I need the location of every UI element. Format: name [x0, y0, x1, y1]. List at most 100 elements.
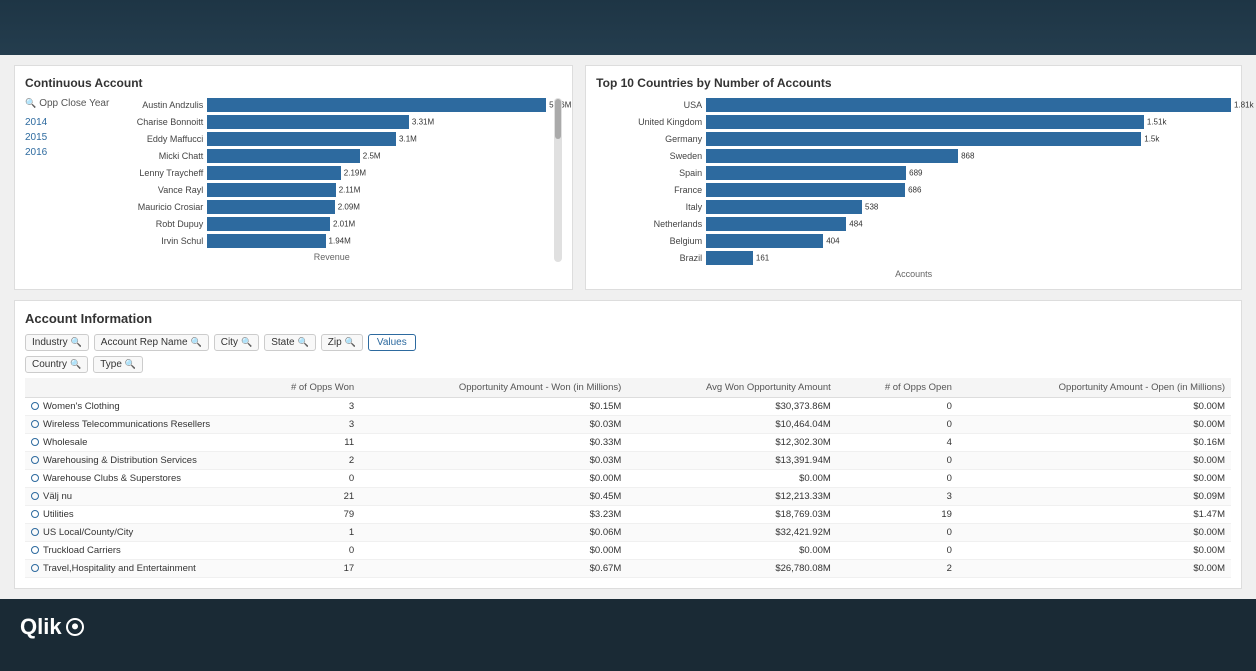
bar-container: 161 [706, 251, 1231, 265]
row-amt-open: $0.00M [958, 542, 1231, 560]
right-bar-row: Sweden 868 [596, 149, 1231, 163]
bar-container: 484 [706, 217, 1231, 231]
account-table: # of Opps Won Opportunity Amount - Won (… [25, 378, 1231, 578]
bar-label: USA [596, 100, 706, 110]
col-header-avg-won: Avg Won Opportunity Amount [627, 378, 837, 398]
right-bar-row: Brazil 161 [596, 251, 1231, 265]
left-bar-row: Mauricio Crosiar 2.09M [117, 200, 546, 214]
row-opps-open: 0 [837, 524, 958, 542]
row-avg-won: $26,780.08M [627, 560, 837, 578]
bar-label: Belgium [596, 236, 706, 246]
filter-city[interactable]: City 🔍 [214, 334, 259, 351]
table-row[interactable]: Välj nu 21 $0.45M $12,213.33M 3 $0.09M [25, 488, 1231, 506]
left-bar-row: Eddy Maffucci 3.1M [117, 132, 546, 146]
table-row[interactable]: Truckload Carriers 0 $0.00M $0.00M 0 $0.… [25, 542, 1231, 560]
row-opps-won: 3 [245, 398, 360, 416]
filter-state[interactable]: State 🔍 [264, 334, 316, 351]
right-chart-panel: Top 10 Countries by Number of Accounts U… [585, 65, 1242, 290]
bar-value: 1.51k [1147, 118, 1167, 127]
col-header-opps-won: # of Opps Won [245, 378, 360, 398]
row-amt-open: $0.00M [958, 524, 1231, 542]
row-opps-won: 21 [245, 488, 360, 506]
filter-country-label: Country [32, 359, 67, 370]
right-bar-row: Germany 1.5k [596, 132, 1231, 146]
values-button[interactable]: Values [368, 334, 416, 351]
bar-label: Austin Andzulis [117, 100, 207, 110]
right-bar-row: Spain 689 [596, 166, 1231, 180]
row-icon [31, 456, 39, 464]
row-opps-open: 19 [837, 506, 958, 524]
state-search-icon: 🔍 [298, 337, 309, 348]
table-row[interactable]: US Local/County/City 1 $0.06M $32,421.92… [25, 524, 1231, 542]
bar-container: 2.09M [207, 200, 546, 214]
bar-value: 2.19M [344, 169, 366, 178]
table-row[interactable]: Warehousing & Distribution Services 2 $0… [25, 452, 1231, 470]
left-bar-row: Lenny Traycheff 2.19M [117, 166, 546, 180]
year-2015[interactable]: 2015 [25, 130, 109, 145]
bar-fill [207, 200, 334, 214]
bar-container: 1.81k [706, 98, 1231, 112]
table-row[interactable]: Women's Clothing 3 $0.15M $30,373.86M 0 … [25, 398, 1231, 416]
table-row[interactable]: Travel,Hospitality and Entertainment 17 … [25, 560, 1231, 578]
bar-container: 404 [706, 234, 1231, 248]
bar-container: 689 [706, 166, 1231, 180]
bar-label: Irvin Schul [117, 236, 207, 246]
bar-value: 2.01M [333, 220, 355, 229]
account-info-title: Account Information [25, 311, 1231, 326]
filter-zip[interactable]: Zip 🔍 [321, 334, 363, 351]
row-opps-won: 79 [245, 506, 360, 524]
left-bar-row: Irvin Schul 1.94M [117, 234, 546, 248]
row-amt-open: $0.00M [958, 398, 1231, 416]
filter-account-rep[interactable]: Account Rep Name 🔍 [94, 334, 209, 351]
filter-type[interactable]: Type 🔍 [93, 356, 143, 373]
year-2014[interactable]: 2014 [25, 115, 109, 130]
right-bar-row: United Kingdom 1.51k [596, 115, 1231, 129]
bar-container: 3.31M [207, 115, 546, 129]
right-bar-row: Italy 538 [596, 200, 1231, 214]
left-bar-row: Charise Bonnoitt 3.31M [117, 115, 546, 129]
bar-value: 538 [865, 203, 878, 212]
col-header-name [25, 378, 245, 398]
bar-value: 1.94M [329, 237, 351, 246]
year-list: 2014 2015 2016 [25, 115, 109, 160]
row-amt-won: $0.15M [360, 398, 627, 416]
row-opps-open: 4 [837, 434, 958, 452]
type-search-icon: 🔍 [125, 359, 136, 370]
table-row[interactable]: Warehouse Clubs & Superstores 0 $0.00M $… [25, 470, 1231, 488]
row-avg-won: $0.00M [627, 470, 837, 488]
bar-value: 1.5k [1144, 135, 1159, 144]
bar-label: Robt Dupuy [117, 219, 207, 229]
bar-container: 2.01M [207, 217, 546, 231]
bar-label: Spain [596, 168, 706, 178]
bar-label: Vance Rayl [117, 185, 207, 195]
filter-country[interactable]: Country 🔍 [25, 356, 88, 373]
row-icon [31, 528, 39, 536]
table-row[interactable]: Wireless Telecommunications Resellers 3 … [25, 416, 1231, 434]
bar-container: 5.56M [207, 98, 546, 112]
right-chart-title: Top 10 Countries by Number of Accounts [596, 76, 1231, 90]
bar-value: 2.11M [339, 186, 361, 195]
row-icon [31, 564, 39, 572]
left-scrollbar[interactable] [554, 98, 562, 262]
bar-label: France [596, 185, 706, 195]
bar-label: Germany [596, 134, 706, 144]
qlik-logo-text: Qlik [20, 614, 62, 640]
year-2016[interactable]: 2016 [25, 145, 109, 160]
row-opps-won: 1 [245, 524, 360, 542]
left-bars-container: Austin Andzulis 5.56M Charise Bonnoitt 3… [117, 98, 546, 248]
row-amt-won: $0.67M [360, 560, 627, 578]
filter-city-label: City [221, 337, 238, 348]
bar-label: Lenny Traycheff [117, 168, 207, 178]
table-row[interactable]: Utilities 79 $3.23M $18,769.03M 19 $1.47… [25, 506, 1231, 524]
table-row[interactable]: Wholesale 11 $0.33M $12,302.30M 4 $0.16M [25, 434, 1231, 452]
bar-container: 3.1M [207, 132, 546, 146]
city-search-icon: 🔍 [241, 337, 252, 348]
filter-industry[interactable]: Industry 🔍 [25, 334, 89, 351]
row-opps-open: 0 [837, 470, 958, 488]
bar-container: 2.19M [207, 166, 546, 180]
bar-value: 3.31M [412, 118, 434, 127]
right-axis-label: Accounts [596, 269, 1231, 279]
row-amt-won: $0.45M [360, 488, 627, 506]
bar-value: 2.09M [338, 203, 360, 212]
row-opps-open: 0 [837, 452, 958, 470]
